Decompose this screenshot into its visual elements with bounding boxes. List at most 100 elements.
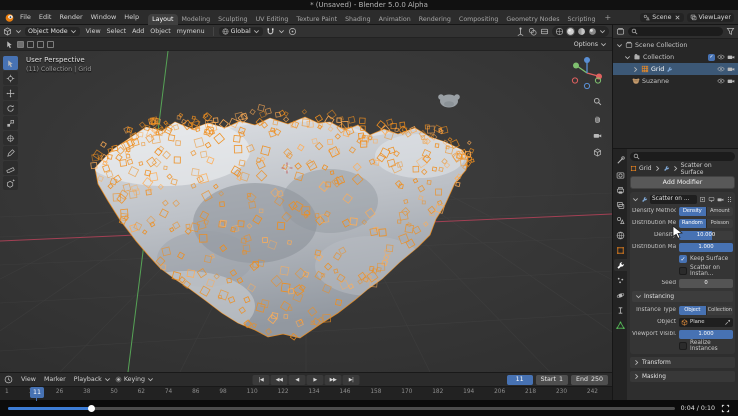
outliner-row-scene-collection[interactable]: Scene Collection: [613, 39, 738, 51]
options-dropdown[interactable]: Options: [574, 41, 607, 48]
workspace-tab[interactable]: Modeling: [178, 14, 215, 25]
hide-in-viewport-toggle[interactable]: [717, 53, 725, 61]
editor-type-icon[interactable]: [3, 27, 12, 36]
editor-type-chevron-icon[interactable]: [15, 28, 22, 35]
add-workspace-button[interactable]: +: [601, 13, 616, 22]
3d-viewport[interactable]: User Perspective (11) Collection | Grid: [0, 51, 612, 372]
proportional-editing-icon[interactable]: [288, 27, 297, 36]
hide-in-viewport-toggle[interactable]: [717, 77, 725, 85]
properties-tab-constraints[interactable]: [614, 304, 627, 316]
outliner-row-grid[interactable]: Grid: [613, 63, 738, 75]
expand-caret-icon[interactable]: [616, 42, 623, 49]
viewport-menu-item[interactable]: Object: [147, 28, 174, 35]
option-object[interactable]: Object: [679, 306, 707, 315]
properties-tab-data[interactable]: [614, 319, 627, 331]
outliner-row-collection[interactable]: Collection: [613, 51, 738, 63]
xray-toggle-icon[interactable]: [540, 27, 549, 36]
jump-to-next-keyframe-button[interactable]: ▶▶: [325, 375, 342, 385]
object-name[interactable]: Suzanne: [642, 78, 669, 85]
option-collection[interactable]: Collection: [707, 306, 734, 315]
annotate-tool[interactable]: [3, 146, 18, 160]
view-layer-selector[interactable]: ViewLayer: [687, 13, 735, 22]
timeline-menu-item[interactable]: Marker: [40, 376, 70, 383]
properties-tab-object[interactable]: [614, 244, 627, 256]
outliner-search-input[interactable]: [628, 27, 723, 36]
play-reverse-button[interactable]: ◀: [289, 375, 306, 385]
video-progress-knob[interactable]: [88, 405, 95, 412]
option-density[interactable]: Density: [679, 207, 707, 216]
cursor-tool[interactable]: [3, 71, 18, 85]
viewport-menu-item[interactable]: Add: [129, 28, 147, 35]
expand-caret-icon[interactable]: [632, 66, 639, 73]
mode-selector[interactable]: Object Mode: [25, 27, 80, 36]
playhead[interactable]: 11: [30, 387, 44, 398]
snap-magnet-icon[interactable]: [266, 27, 275, 36]
current-frame-field[interactable]: 11: [507, 375, 533, 385]
toggle-perspective-icon[interactable]: [593, 148, 602, 157]
select-box-tool[interactable]: [3, 56, 18, 70]
breadcrumb-modifier[interactable]: Scatter on Surface: [681, 162, 735, 176]
option-random[interactable]: Random: [679, 219, 707, 228]
measure-tool[interactable]: [3, 161, 18, 175]
wireframe-shading-icon[interactable]: [555, 27, 564, 36]
overlays-toggle-icon[interactable]: [528, 27, 537, 36]
play-button[interactable]: ▶: [307, 375, 324, 385]
collapse-caret-icon[interactable]: [632, 196, 639, 203]
properties-tab-scene[interactable]: [614, 214, 627, 226]
instancing-section-header[interactable]: Instancing: [632, 291, 733, 302]
end-frame-field[interactable]: End250: [571, 375, 608, 385]
properties-tab-output[interactable]: [614, 184, 627, 196]
extras-menu-icon[interactable]: [726, 196, 733, 203]
fullscreen-icon[interactable]: [721, 404, 730, 413]
workspace-tab[interactable]: Rendering: [415, 14, 455, 25]
section-masking[interactable]: Masking: [630, 371, 735, 382]
gizmo-toggle-icon[interactable]: [516, 27, 525, 36]
scatter-on-instances-checkbox[interactable]: [679, 267, 687, 275]
object-name[interactable]: Grid: [651, 66, 664, 73]
render-toggle-icon[interactable]: [717, 196, 724, 203]
add-cube-tool[interactable]: [3, 176, 18, 190]
outliner-display-mode-icon[interactable]: [616, 27, 625, 36]
menu-item[interactable]: Render: [55, 13, 86, 21]
keep-surface-checkbox[interactable]: [679, 255, 687, 263]
hide-in-viewport-toggle[interactable]: [717, 65, 725, 73]
menu-item[interactable]: File: [16, 13, 35, 21]
scale-tool[interactable]: [3, 116, 18, 130]
start-frame-field[interactable]: Start1: [536, 375, 568, 385]
pan-hand-icon[interactable]: [593, 114, 602, 123]
shading-chevron-icon[interactable]: [599, 28, 606, 35]
properties-tab-physics[interactable]: [614, 289, 627, 301]
navigation-gizmo[interactable]: [569, 55, 605, 91]
select-mode-set[interactable]: [17, 41, 24, 48]
timeline-editor-icon[interactable]: [4, 375, 13, 384]
workspace-tab[interactable]: Scripting: [564, 14, 600, 25]
workspace-tab[interactable]: Shading: [341, 14, 375, 25]
select-mode-intersect[interactable]: [47, 41, 54, 48]
object-picker-field[interactable]: Plane: [679, 318, 733, 327]
modifier-name-field[interactable]: Scatter on ...: [650, 195, 697, 204]
select-mode-subtract[interactable]: [37, 41, 44, 48]
unlink-scene-icon[interactable]: [674, 14, 681, 21]
jump-to-end-button[interactable]: ▶|: [343, 375, 360, 385]
menu-item[interactable]: Window: [87, 13, 121, 21]
viewport-menu-item[interactable]: View: [83, 28, 104, 35]
keying-dropdown[interactable]: Keying: [115, 376, 154, 383]
workspace-tab[interactable]: Compositing: [455, 14, 502, 25]
properties-tab-particles[interactable]: [614, 274, 627, 286]
zoom-icon[interactable]: [593, 97, 602, 106]
blender-logo-icon[interactable]: [4, 12, 15, 23]
disable-in-render-toggle[interactable]: [727, 65, 735, 73]
transform-orientation-selector[interactable]: Global: [219, 27, 263, 36]
object-name[interactable]: Collection: [643, 54, 674, 61]
properties-tab-modifiers[interactable]: [614, 259, 627, 271]
snap-chevron-icon[interactable]: [278, 28, 285, 35]
3d-viewport-canvas[interactable]: [0, 51, 612, 372]
menu-item[interactable]: Edit: [35, 13, 56, 21]
select-mode-extend[interactable]: [27, 41, 34, 48]
density-slider[interactable]: 10.000: [679, 231, 733, 240]
realize-instances-checkbox[interactable]: [679, 342, 687, 350]
transform-tool[interactable]: [3, 131, 18, 145]
rotate-tool[interactable]: [3, 101, 18, 115]
filter-icon[interactable]: [726, 27, 735, 36]
workspace-tab[interactable]: Layout: [148, 14, 177, 25]
